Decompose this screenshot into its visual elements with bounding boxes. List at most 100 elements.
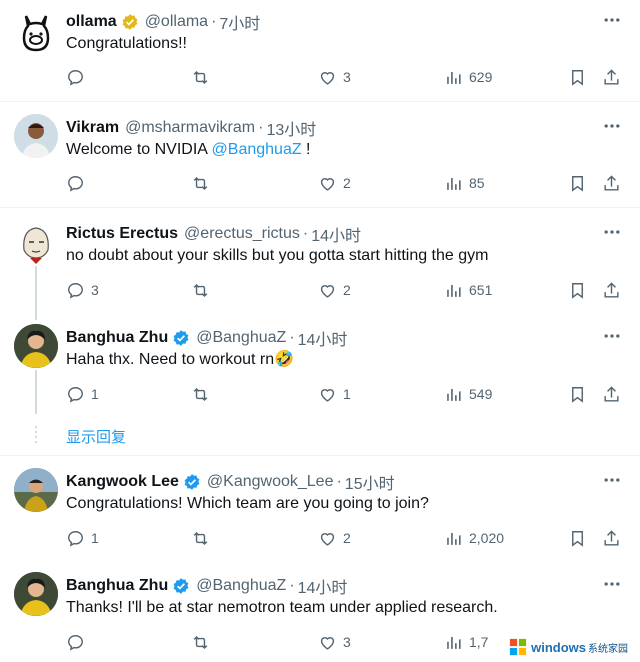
like-count: 2 <box>343 175 351 191</box>
like-button[interactable]: 2 <box>318 279 351 301</box>
heart-icon <box>320 177 335 191</box>
share-button[interactable] <box>602 172 621 194</box>
author-name[interactable]: ollama <box>66 13 117 31</box>
verified-blue-icon <box>173 330 189 346</box>
views-button[interactable]: 1,7 <box>444 631 488 653</box>
mention-link[interactable]: @BanghuaZ <box>212 141 302 158</box>
more-options-icon[interactable] <box>602 470 622 490</box>
tweet-4[interactable]: Banghua Zhu @BanghuaZ · 14小时 Haha thx. N… <box>0 312 640 416</box>
like-button[interactable]: 3 <box>318 631 351 653</box>
tweet-2[interactable]: Vikram @msharmavikram · 13小时 Welcome to … <box>0 102 640 206</box>
views-button[interactable]: 2,020 <box>444 527 504 549</box>
author-name[interactable]: Kangwook Lee <box>66 473 179 491</box>
share-button[interactable] <box>602 527 621 549</box>
like-button[interactable]: 2 <box>318 527 351 549</box>
views-button[interactable]: 629 <box>444 66 492 88</box>
tweet-1[interactable]: ollama @ollama · 7小时 Congratulations!! 3… <box>0 0 640 100</box>
views-button[interactable]: 651 <box>444 279 492 301</box>
show-replies-link[interactable]: 显示回复 <box>66 426 126 447</box>
reply-icon <box>68 282 83 299</box>
bookmark-button[interactable] <box>568 527 587 549</box>
reply-button[interactable]: 1 <box>66 383 99 405</box>
tweet-text: Haha thx. Need to workout rn🤣 <box>66 351 295 368</box>
timestamp[interactable]: 14小时 <box>298 574 348 598</box>
avatar-ollama[interactable] <box>14 10 58 54</box>
views-button[interactable]: 549 <box>444 383 492 405</box>
author-handle[interactable]: @BanghuaZ <box>196 329 286 347</box>
views-button[interactable]: 85 <box>444 172 485 194</box>
heart-icon <box>320 284 335 298</box>
more-options-icon[interactable] <box>602 116 622 136</box>
share-button[interactable] <box>602 383 621 405</box>
reply-button[interactable] <box>66 172 91 194</box>
timestamp[interactable]: 14小时 <box>298 326 348 350</box>
watermark: windows 系统家园 <box>505 636 632 658</box>
author-name[interactable]: Vikram <box>66 119 119 137</box>
bookmark-button[interactable] <box>568 279 587 301</box>
like-button[interactable]: 1 <box>318 383 351 405</box>
author-handle[interactable]: @msharmavikram <box>125 119 255 137</box>
reply-icon <box>68 175 83 192</box>
separator: · <box>289 329 295 346</box>
timestamp[interactable]: 15小时 <box>345 470 395 494</box>
wojak-avatar-icon <box>23 227 49 264</box>
bookmark-button[interactable] <box>568 66 587 88</box>
profile-photo-icon <box>14 572 58 616</box>
tweet-text: no doubt about your skills but you gotta… <box>66 247 489 264</box>
more-options-icon[interactable] <box>602 574 622 594</box>
timestamp[interactable]: 14小时 <box>311 222 361 246</box>
reply-icon <box>68 69 83 86</box>
share-button[interactable] <box>602 66 621 88</box>
avatar-vikram[interactable] <box>14 114 58 158</box>
tweet-text: Congratulations!! <box>66 35 187 52</box>
avatar-banghua[interactable] <box>14 324 58 368</box>
tweet-3[interactable]: Rictus Erectus @erectus_rictus · 14小时 no… <box>0 208 640 312</box>
windows-logo-icon <box>510 638 527 656</box>
retweet-button[interactable] <box>191 66 210 88</box>
reply-button[interactable] <box>66 631 91 653</box>
reply-button[interactable]: 3 <box>66 279 99 301</box>
action-bar: 3 629 <box>66 66 630 88</box>
avatar-kangwook[interactable] <box>14 468 58 512</box>
retweet-button[interactable] <box>191 527 210 549</box>
analytics-icon <box>447 636 461 649</box>
retweet-button[interactable] <box>191 631 210 653</box>
more-options-icon[interactable] <box>602 222 622 242</box>
reply-button[interactable]: 1 <box>66 527 99 549</box>
avatar-banghua[interactable] <box>14 572 58 616</box>
timestamp[interactable]: 7小时 <box>219 10 260 34</box>
heart-icon <box>320 532 335 546</box>
more-options-icon[interactable] <box>602 10 622 30</box>
watermark-sub: 系统家园 <box>588 643 628 655</box>
author-handle[interactable]: @erectus_rictus <box>184 225 300 243</box>
author-name[interactable]: Banghua Zhu <box>66 329 168 347</box>
avatar-rictus[interactable] <box>14 220 58 264</box>
view-count: 1,7 <box>469 634 489 650</box>
retweet-button[interactable] <box>191 279 210 301</box>
bookmark-button[interactable] <box>568 383 587 405</box>
separator: · <box>302 225 309 242</box>
bookmark-icon <box>572 282 583 299</box>
retweet-icon <box>193 283 208 297</box>
retweet-button[interactable] <box>191 172 210 194</box>
like-button[interactable]: 3 <box>318 66 351 88</box>
share-button[interactable] <box>602 279 621 301</box>
author-handle[interactable]: @ollama <box>145 13 208 31</box>
reply-button[interactable] <box>66 66 91 88</box>
retweet-button[interactable] <box>191 383 210 405</box>
analytics-icon <box>447 177 461 190</box>
bookmark-button[interactable] <box>568 172 587 194</box>
tweet-text-post: ! <box>301 141 311 158</box>
like-count: 2 <box>343 282 351 298</box>
timestamp[interactable]: 13小时 <box>266 116 316 140</box>
author-handle[interactable]: @Kangwook_Lee <box>207 473 334 491</box>
author-handle[interactable]: @BanghuaZ <box>196 577 286 595</box>
like-button[interactable]: 2 <box>318 172 351 194</box>
author-name[interactable]: Rictus Erectus <box>66 225 178 243</box>
author-name[interactable]: Banghua Zhu <box>66 577 168 595</box>
more-options-icon[interactable] <box>602 326 622 346</box>
action-bar: 1 1 549 <box>66 383 630 405</box>
like-count: 3 <box>343 69 351 85</box>
reply-count: 1 <box>91 386 99 402</box>
tweet-5[interactable]: Kangwook Lee @Kangwook_Lee · 15小时 Congra… <box>0 456 640 560</box>
